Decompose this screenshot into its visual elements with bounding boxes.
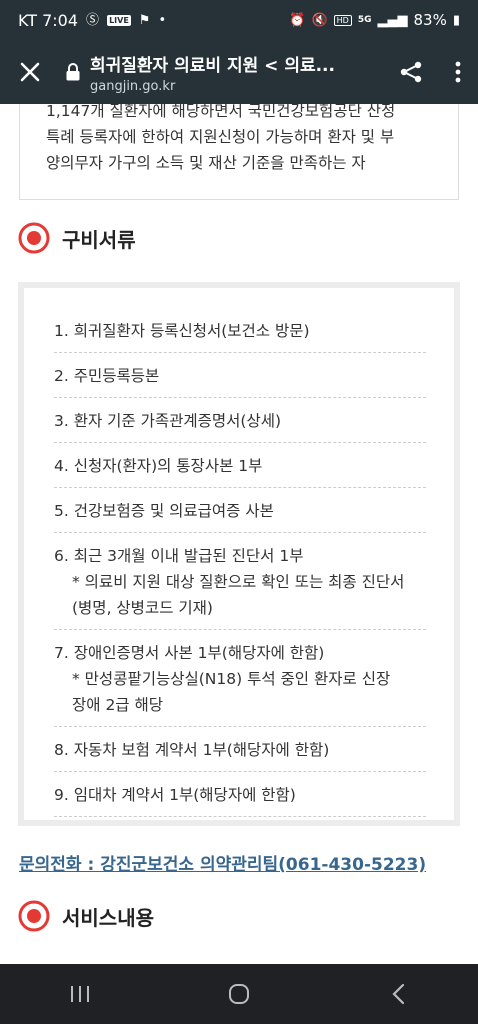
domain-text: gangjin.go.kr (90, 78, 176, 94)
section-title: 서비스내용 (62, 905, 154, 930)
list-item: 1. 희귀질환자 등록신청서(보건소 방문) (54, 308, 426, 353)
mute-icon: 🔇 (311, 12, 328, 28)
list-item: 3. 환자 기준 가족관계증명서(상세) (54, 398, 426, 443)
alarm-icon: ⏰ (289, 12, 306, 28)
home-button[interactable] (199, 964, 279, 1024)
close-button[interactable] (0, 40, 60, 104)
list-item: 2. 주민등록등본 (54, 353, 426, 398)
list-item: 4. 신청자(환자)의 통장사본 1부 (54, 443, 426, 488)
back-icon (392, 983, 405, 1005)
browser-toolbar: 희귀질환자 의료비 지원 < 의료... gangjin.go.kr (0, 40, 478, 104)
hd-badge: HD (333, 14, 352, 26)
recent-apps-button[interactable] (40, 964, 120, 1024)
section-title: 구비서류 (62, 227, 136, 252)
target-icon (18, 222, 50, 254)
target-icon (18, 900, 50, 932)
page-title: 희귀질환자 의료비 지원 < 의료... (90, 55, 335, 76)
eligibility-line: 특례 등록자에 한하여 지원신청이 가능하며 환자 및 부 (46, 128, 395, 146)
signal-icon: ▂▄▆ (377, 12, 408, 28)
eligibility-line: 1,147개 질환자에 해당하면서 국민건강보험공단 산정 (46, 104, 396, 120)
flag-icon: ⚑ (138, 12, 151, 28)
lock-icon (60, 63, 86, 81)
eligibility-box: 1,147개 질환자에 해당하면서 국민건강보험공단 산정 특례 등록자에 한하… (19, 104, 459, 200)
eligibility-line: 양의무자 가구의 소득 및 재산 기준을 만족하는 자 (46, 154, 366, 172)
network-label: 5G (357, 15, 372, 25)
contact-phone-link[interactable]: 문의전화 : 강진군보건소 의약관리팀(061-430-5223) (19, 850, 426, 875)
service-section-header: 서비스내용 (18, 900, 154, 932)
list-item: 7. 장애인증명서 사본 1부(해당자에 한함) * 만성콩팥기능상실(N18)… (54, 630, 426, 727)
battery-icon: ▮ (452, 12, 460, 28)
list-item: 9. 임대차 계약서 1부(해당자에 한함) (54, 772, 426, 817)
recent-apps-icon (70, 986, 89, 1002)
list-item: 6. 최근 3개월 이내 발급된 진단서 1부 * 의료비 지원 대상 질환으로… (54, 533, 426, 630)
status-time: KT 7:04 (18, 10, 79, 30)
list-item: 8. 자동차 보험 계약서 1부(해당자에 한함) (54, 727, 426, 772)
back-button[interactable] (358, 964, 438, 1024)
more-options-button[interactable] (438, 40, 478, 104)
list-item: 5. 건강보험증 및 의료급여증 사본 (54, 488, 426, 533)
s-app-icon: Ⓢ (86, 12, 100, 28)
home-icon (228, 984, 249, 1004)
documents-box: 1. 희귀질환자 등록신청서(보건소 방문) 2. 주민등록등본 3. 환자 기… (18, 282, 460, 826)
battery-level: 83% (413, 11, 447, 29)
share-button[interactable] (384, 40, 438, 104)
live-badge: LIVE (107, 14, 131, 26)
share-icon (400, 61, 422, 83)
close-icon (20, 62, 40, 82)
url-area[interactable]: 희귀질환자 의료비 지원 < 의료... gangjin.go.kr (90, 51, 384, 94)
more-vert-icon (455, 61, 461, 83)
status-bar: KT 7:04 Ⓢ LIVE ⚑ • ⏰ 🔇 HD 5G ▂▄▆ 83% ▮ (0, 0, 478, 40)
system-nav-bar (0, 964, 478, 1024)
documents-section-header: 구비서류 (18, 222, 136, 254)
page-content: 1,147개 질환자에 해당하면서 국민건강보험공단 산정 특례 등록자에 한하… (0, 104, 478, 964)
dot-icon: • (158, 12, 167, 28)
